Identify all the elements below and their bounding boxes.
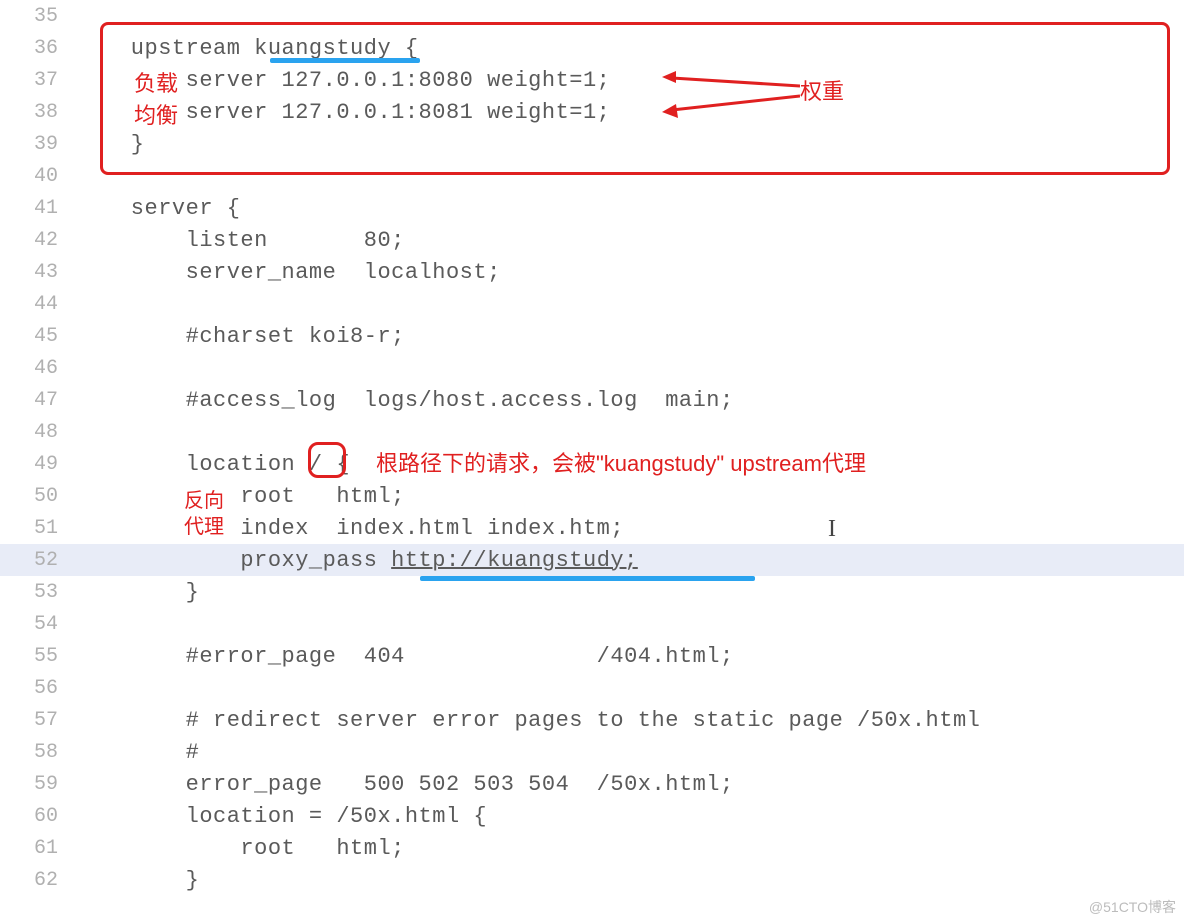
code-line: 51 index index.html index.htm;: [0, 512, 1184, 544]
code-line: 60 location = /50x.html {: [0, 800, 1184, 832]
line-number: 49: [0, 453, 76, 476]
code-content: server_name localhost;: [76, 260, 1184, 285]
code-line: 47 #access_log logs/host.access.log main…: [0, 384, 1184, 416]
line-number: 36: [0, 37, 76, 60]
code-content: }: [76, 580, 1184, 605]
line-number: 52: [0, 549, 76, 572]
code-line-highlighted: 52 proxy_pass http://kuangstudy;: [0, 544, 1184, 576]
line-number: 45: [0, 325, 76, 348]
line-number: 54: [0, 613, 76, 636]
line-number: 57: [0, 709, 76, 732]
code-content: #access_log logs/host.access.log main;: [76, 388, 1184, 413]
code-text: proxy_pass: [76, 548, 391, 573]
line-number: 55: [0, 645, 76, 668]
annotation-load-balance-1: 负载: [134, 66, 178, 98]
line-number: 40: [0, 165, 76, 188]
code-line: 41 server {: [0, 192, 1184, 224]
code-content: #charset koi8-r;: [76, 324, 1184, 349]
annotation-weight: 权重: [800, 74, 844, 106]
line-number: 58: [0, 741, 76, 764]
proxy-pass-underline: [420, 576, 755, 581]
line-number: 51: [0, 517, 76, 540]
code-line: 50 root html;: [0, 480, 1184, 512]
line-number: 38: [0, 101, 76, 124]
line-number: 39: [0, 133, 76, 156]
code-content: index index.html index.htm;: [76, 516, 1184, 541]
annotation-root-path: 根路径下的请求，会被"kuangstudy" upstream代理: [376, 446, 866, 478]
upstream-highlight-box: [100, 22, 1170, 175]
line-number: 37: [0, 69, 76, 92]
code-content: }: [76, 868, 1184, 893]
code-content: #error_page 404 /404.html;: [76, 644, 1184, 669]
code-line: 57 # redirect server error pages to the …: [0, 704, 1184, 736]
line-number: 59: [0, 773, 76, 796]
code-content: error_page 500 502 503 504 /50x.html;: [76, 772, 1184, 797]
code-line: 45 #charset koi8-r;: [0, 320, 1184, 352]
code-content: root html;: [76, 836, 1184, 861]
line-number: 61: [0, 837, 76, 860]
watermark: @51CTO博客: [1089, 897, 1176, 917]
code-line: 59 error_page 500 502 503 504 /50x.html;: [0, 768, 1184, 800]
annotation-reverse-proxy-1: 反向: [184, 484, 224, 513]
code-content: location = /50x.html {: [76, 804, 1184, 829]
code-line: 62 }: [0, 864, 1184, 896]
code-line: 58 #: [0, 736, 1184, 768]
line-number: 60: [0, 805, 76, 828]
line-number: 47: [0, 389, 76, 412]
code-content: root html;: [76, 484, 1184, 509]
line-number: 46: [0, 357, 76, 380]
line-number: 56: [0, 677, 76, 700]
code-line: 43 server_name localhost;: [0, 256, 1184, 288]
code-content: # redirect server error pages to the sta…: [76, 708, 1184, 733]
line-number: 50: [0, 485, 76, 508]
code-content: proxy_pass http://kuangstudy;: [76, 548, 1184, 573]
annotation-load-balance-2: 均衡: [134, 98, 178, 130]
code-line: 46: [0, 352, 1184, 384]
line-number: 35: [0, 5, 76, 28]
code-content: listen 80;: [76, 228, 1184, 253]
line-number: 62: [0, 869, 76, 892]
code-line: 44: [0, 288, 1184, 320]
proxy-pass-url: http://kuangstudy;: [391, 548, 638, 573]
code-content: #: [76, 740, 1184, 765]
line-number: 53: [0, 581, 76, 604]
line-number: 42: [0, 229, 76, 252]
code-line: 55 #error_page 404 /404.html;: [0, 640, 1184, 672]
text-cursor-icon: I: [828, 516, 836, 543]
location-root-highlight-box: [308, 442, 346, 478]
code-line: 48: [0, 416, 1184, 448]
annotation-reverse-proxy-2: 代理: [184, 510, 224, 539]
code-line: 42 listen 80;: [0, 224, 1184, 256]
line-number: 48: [0, 421, 76, 444]
line-number: 44: [0, 293, 76, 316]
line-number: 41: [0, 197, 76, 220]
code-line: 56: [0, 672, 1184, 704]
line-number: 43: [0, 261, 76, 284]
code-content: server {: [76, 196, 1184, 221]
upstream-name-underline: [270, 58, 420, 63]
code-line: 54: [0, 608, 1184, 640]
code-line: 61 root html;: [0, 832, 1184, 864]
